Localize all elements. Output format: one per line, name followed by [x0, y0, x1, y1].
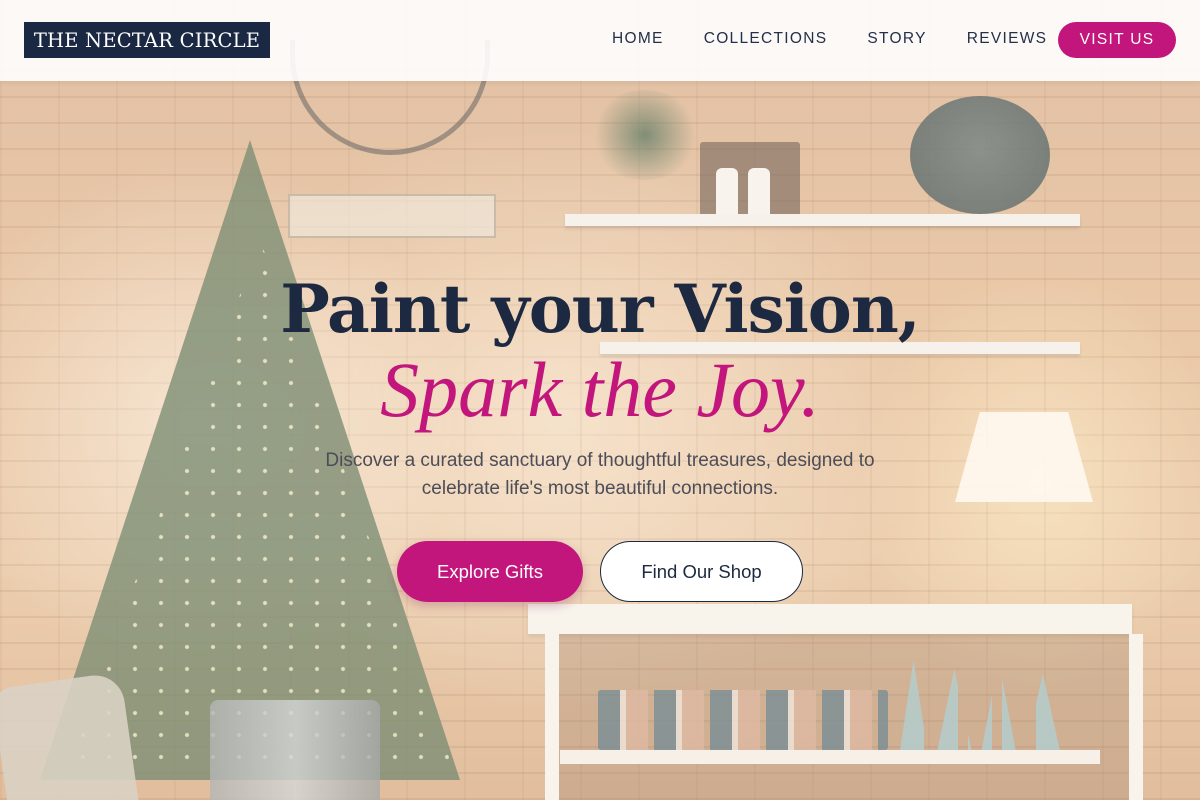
hero-headline-accent: Spark the Joy.	[380, 346, 820, 433]
nav-link-home[interactable]: HOME	[612, 30, 664, 48]
nav-link-reviews[interactable]: REVIEWS	[967, 30, 1048, 48]
visit-us-button[interactable]: VISIT US	[1058, 22, 1176, 58]
nav-link-story[interactable]: STORY	[867, 30, 926, 48]
find-our-shop-button[interactable]: Find Our Shop	[600, 541, 803, 602]
explore-gifts-button[interactable]: Explore Gifts	[397, 541, 583, 602]
hero-subtitle: Discover a curated sanctuary of thoughtf…	[325, 450, 875, 499]
brand-name: THE NECTAR CIRCLE	[33, 28, 261, 52]
nav-link-collections[interactable]: COLLECTIONS	[704, 30, 828, 48]
hero-headline: Paint your Vision,	[280, 270, 921, 348]
main-nav: HOME COLLECTIONS STORY REVIEWS	[612, 30, 1087, 48]
brand-logo[interactable]: THE NECTAR CIRCLE	[24, 22, 270, 58]
site-header: THE NECTAR CIRCLE HOME COLLECTIONS STORY…	[0, 0, 1200, 81]
